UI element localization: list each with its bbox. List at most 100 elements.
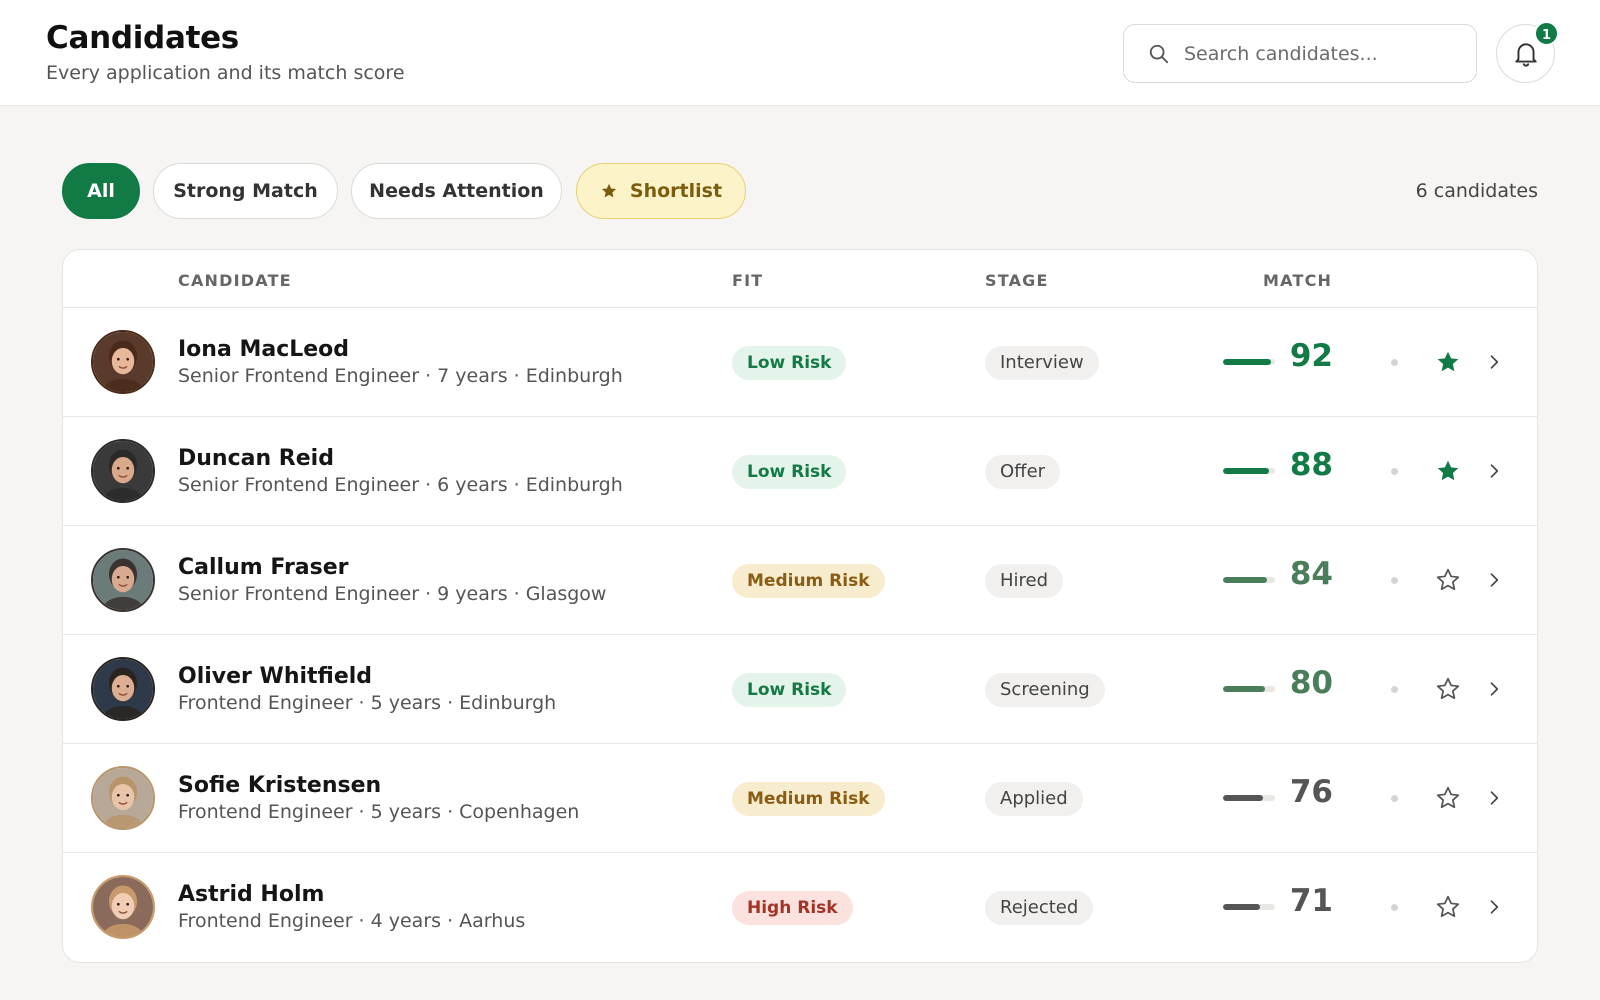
candidate-meta: Senior Frontend Engineer · 9 years · Gla… [178,583,607,605]
match-bar [1223,795,1275,801]
separator-dot [1391,904,1398,911]
candidate-name[interactable]: Duncan Reid [178,446,334,471]
match-bar [1223,359,1275,365]
stage-badge: Interview [985,346,1099,380]
table-header: CANDIDATE FIT STAGE MATCH [63,250,1537,308]
fit-badge: Low Risk [732,455,847,489]
filter-chip-label: All [87,180,115,202]
match-bar [1223,577,1275,583]
column-header-stage: STAGE [985,271,1049,290]
match-bar-fill [1223,468,1269,474]
match-bar-fill [1223,577,1267,583]
avatar [91,439,155,503]
column-header-match: MATCH [1263,271,1333,290]
table-row[interactable]: Oliver Whitfield Frontend Engineer · 5 ye… [63,635,1537,744]
candidate-meta: Senior Frontend Engineer · 6 years · Edi… [178,474,623,496]
candidate-name[interactable]: Sofie Kristensen [178,773,381,798]
stage-badge: Rejected [985,891,1094,925]
chevron-right-icon[interactable] [1484,461,1504,481]
page-title: Candidates [46,20,239,56]
chevron-right-icon[interactable] [1484,897,1504,917]
chevron-right-icon[interactable] [1484,352,1504,372]
chevron-right-icon[interactable] [1484,679,1504,699]
candidates-table: CANDIDATE FIT STAGE MATCH Iona MacLeod Se… [62,249,1538,963]
star-outline-icon[interactable] [1435,567,1461,593]
star-outline-icon[interactable] [1435,676,1461,702]
table-row[interactable]: Duncan Reid Senior Frontend Engineer · 6 … [63,417,1537,526]
avatar-portrait [93,332,153,392]
filter-chip-strong-match[interactable]: Strong Match [153,163,338,219]
filter-chip-all[interactable]: All [62,163,140,219]
table-row[interactable]: Iona MacLeod Senior Frontend Engineer · 7… [63,308,1537,417]
avatar-portrait [93,550,153,610]
filter-chip-needs-attention[interactable]: Needs Attention [351,163,562,219]
page-subtitle: Every application and its match score [46,62,405,84]
match-score: 76 [1289,774,1333,810]
avatar-portrait [93,659,153,719]
table-row[interactable]: Astrid Holm Frontend Engineer · 4 years ·… [63,853,1537,962]
match-score: 84 [1289,556,1333,592]
candidate-meta: Frontend Engineer · 5 years · Edinburgh [178,692,557,714]
candidate-name[interactable]: Oliver Whitfield [178,664,372,689]
fit-badge: Low Risk [732,346,847,380]
bell-icon [1515,43,1537,67]
column-header-fit: FIT [732,271,764,290]
avatar [91,548,155,612]
candidate-name[interactable]: Callum Fraser [178,555,349,580]
search-input[interactable] [1184,37,1464,71]
search-box[interactable] [1123,24,1477,83]
match-bar [1223,686,1275,692]
chevron-right-icon[interactable] [1484,570,1504,590]
match-bar [1223,904,1275,910]
stage-badge: Hired [985,564,1064,598]
candidate-count: 6 candidates [1415,180,1538,202]
avatar [91,766,155,830]
fit-badge: High Risk [732,891,853,925]
match-bar [1223,468,1275,474]
stage-badge: Screening [985,673,1105,707]
star-outline-icon[interactable] [1435,785,1461,811]
candidate-name[interactable]: Astrid Holm [178,882,324,907]
match-bar-fill [1223,359,1271,365]
fit-badge: Low Risk [732,673,847,707]
separator-dot [1391,577,1398,584]
filter-chip-label: Strong Match [173,180,318,202]
stage-badge: Offer [985,455,1061,489]
match-bar-fill [1223,904,1260,910]
app-header: Candidates Every application and its mat… [0,0,1600,106]
column-header-candidate: CANDIDATE [178,271,292,290]
avatar-portrait [93,441,153,501]
notification-badge: 1 [1534,21,1559,46]
match-score: 80 [1289,665,1333,701]
separator-dot [1391,359,1398,366]
avatar [91,875,155,939]
candidate-meta: Frontend Engineer · 5 years · Copenhagen [178,801,580,823]
match-bar-fill [1223,795,1263,801]
fit-badge: Medium Risk [732,782,885,816]
star-filled-icon[interactable] [1435,458,1461,484]
match-score: 92 [1289,338,1333,374]
match-bar-fill [1223,686,1265,692]
match-score: 88 [1289,447,1333,483]
separator-dot [1391,468,1398,475]
candidate-name[interactable]: Iona MacLeod [178,337,349,362]
stage-badge: Applied [985,782,1083,816]
avatar [91,330,155,394]
candidate-meta: Frontend Engineer · 4 years · Aarhus [178,910,526,932]
filter-chip-label: Needs Attention [369,180,544,202]
table-row[interactable]: Sofie Kristensen Frontend Engineer · 5 ye… [63,744,1537,853]
separator-dot [1391,686,1398,693]
fit-badge: Medium Risk [732,564,885,598]
table-row[interactable]: Callum Fraser Senior Frontend Engineer · … [63,526,1537,635]
candidate-meta: Senior Frontend Engineer · 7 years · Edi… [178,365,623,387]
chevron-right-icon[interactable] [1484,788,1504,808]
avatar-portrait [93,877,153,937]
separator-dot [1391,795,1398,802]
filter-chip-shortlist[interactable]: Shortlist [576,163,746,219]
avatar-portrait [93,768,153,828]
star-outline-icon[interactable] [1435,894,1461,920]
search-icon [1149,44,1169,64]
star-filled-icon[interactable] [1435,349,1461,375]
avatar [91,657,155,721]
match-score: 71 [1289,883,1333,919]
